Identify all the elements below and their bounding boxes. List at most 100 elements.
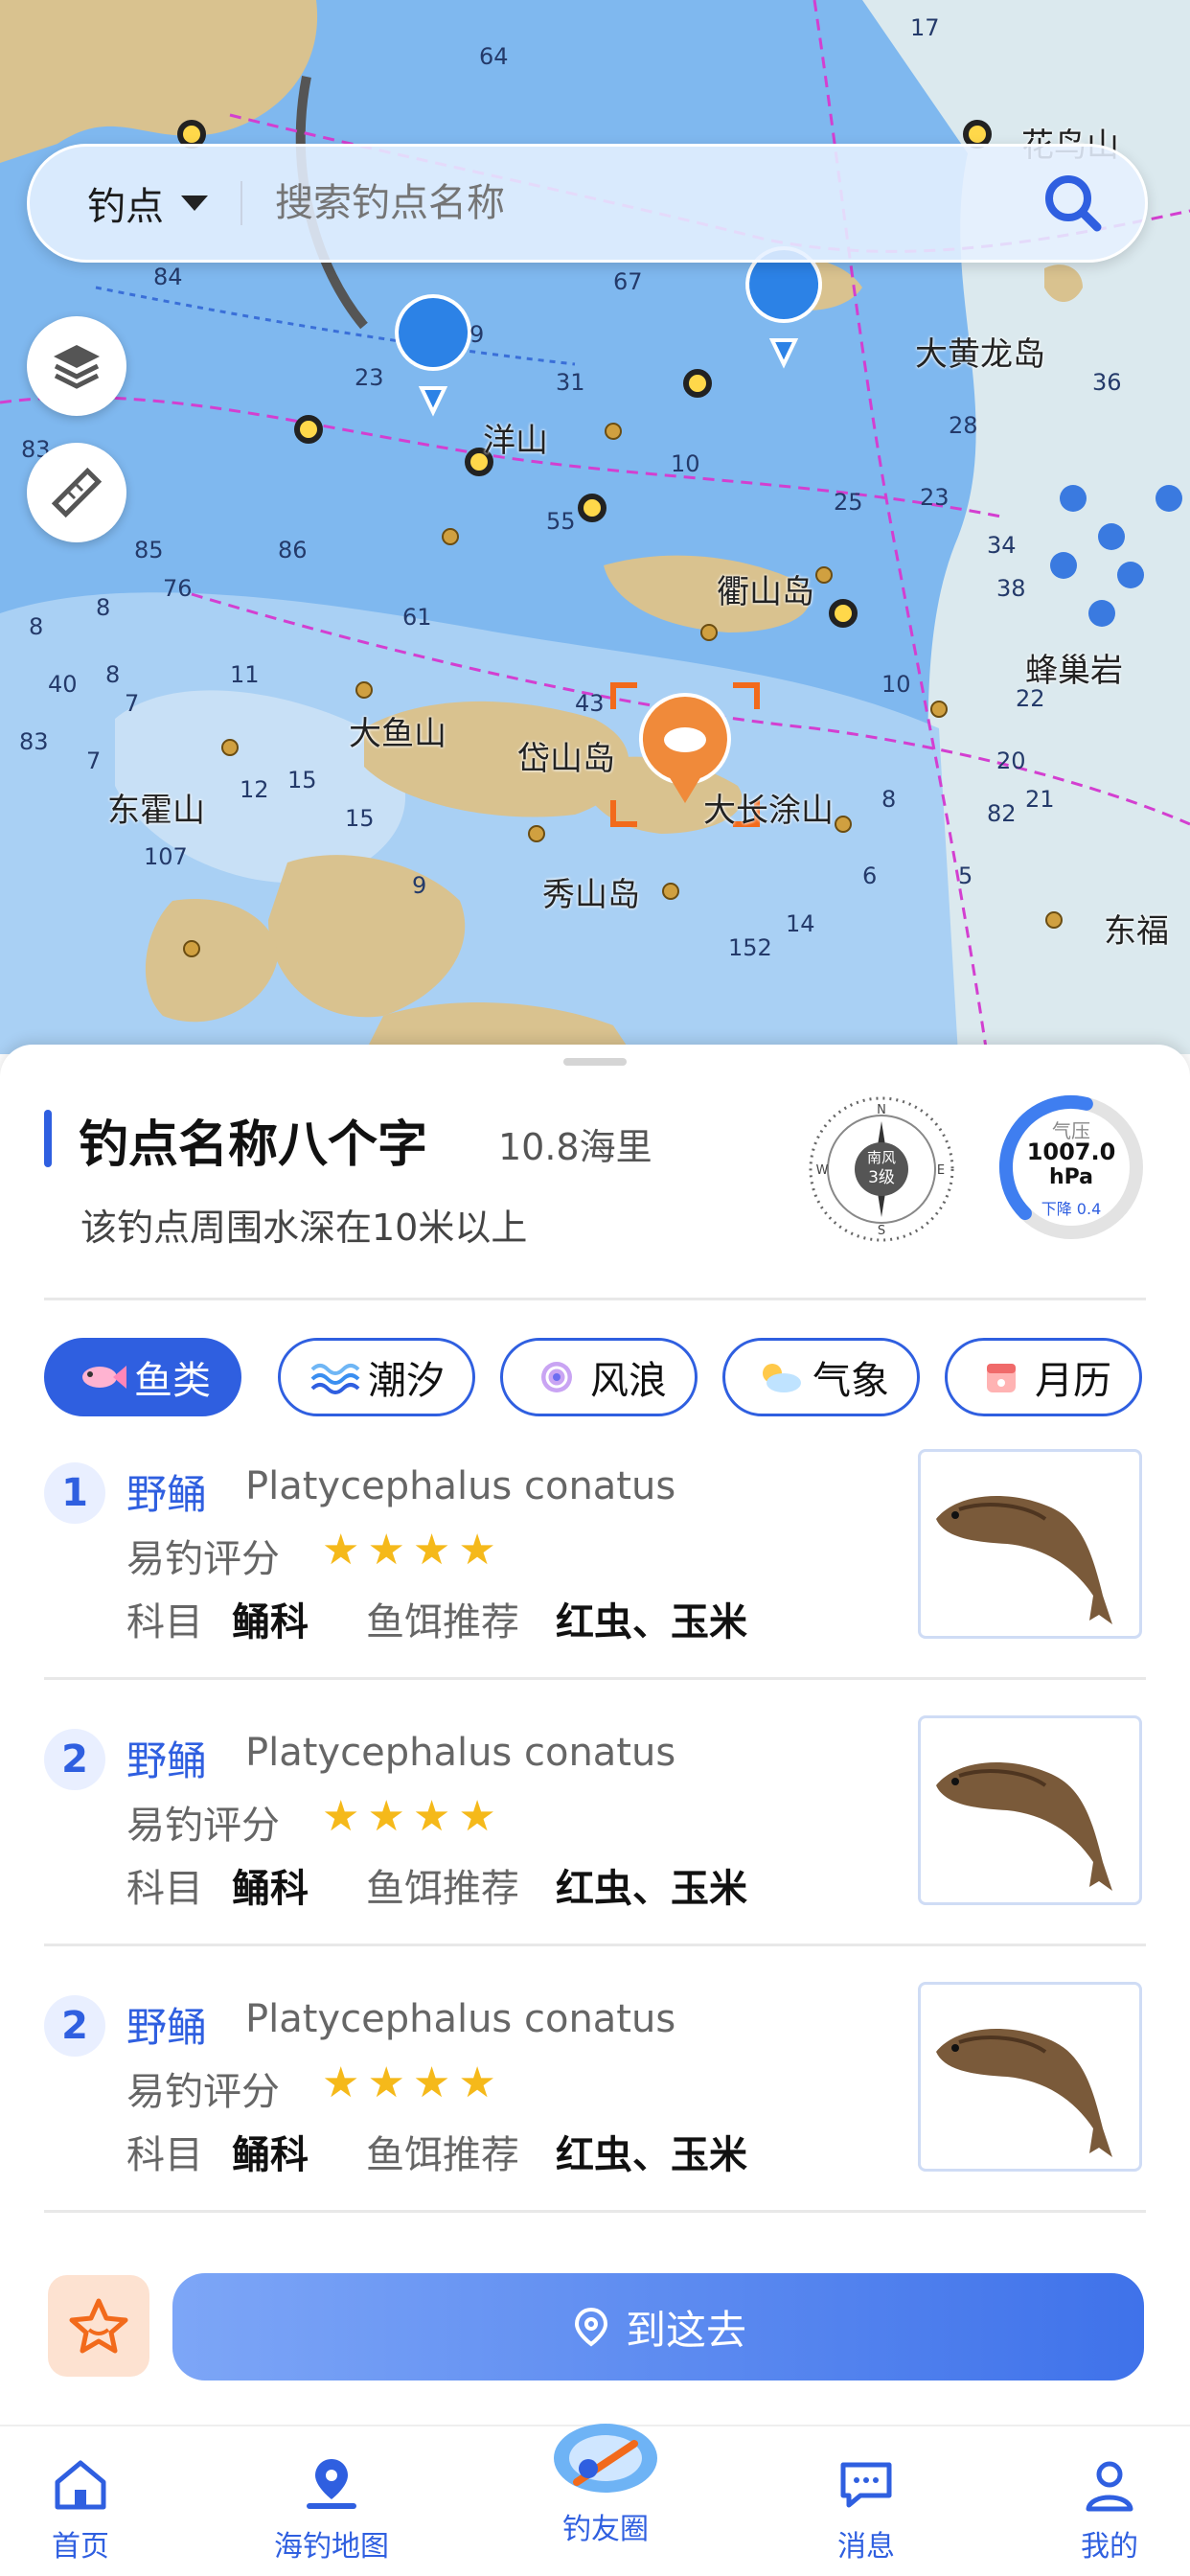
search-type-label: 钓点	[87, 185, 164, 229]
map-label: 大鱼山	[349, 715, 446, 753]
star-icon: ★	[322, 2058, 360, 2107]
depth-label: 67	[613, 268, 643, 295]
search-bar: 钓点	[27, 144, 1148, 263]
navigate-button[interactable]: 到这去	[172, 2273, 1144, 2380]
tab-label: 气象	[812, 1359, 889, 1403]
nav-messages[interactable]: 消息	[770, 2455, 962, 2564]
fish-image[interactable]	[918, 1715, 1142, 1905]
depth-label: 152	[728, 934, 772, 961]
tab-fish[interactable]: 鱼类	[44, 1338, 241, 1416]
tab-label: 风浪	[590, 1359, 667, 1403]
fish-name: 野鲬	[126, 2004, 208, 2051]
layers-button[interactable]	[27, 316, 126, 416]
star-icon: ★	[458, 2058, 496, 2107]
family-value: 鲬科	[232, 2133, 309, 2177]
depth-label: 15	[345, 805, 375, 832]
tab-label: 月历	[1035, 1359, 1111, 1403]
depth-label: 8	[29, 613, 44, 640]
wave-icon	[310, 1364, 360, 1394]
tab-tide[interactable]: 潮汐	[278, 1338, 475, 1416]
compass-west: W	[816, 1163, 829, 1178]
wind-level-label: 3级	[868, 1168, 895, 1187]
star-icon: ★	[322, 1526, 360, 1575]
wind-direction-label: 南风	[867, 1149, 896, 1166]
depth-label: 55	[546, 508, 576, 535]
fish-latin-name: Platycephalus conatus	[245, 1997, 676, 2041]
depth-label: 8	[881, 786, 897, 813]
weather-icon	[763, 1364, 801, 1392]
ruler-icon	[51, 467, 103, 518]
depth-label: 12	[240, 776, 269, 803]
divider	[44, 1944, 1146, 1946]
tab-weather[interactable]: 气象	[722, 1338, 920, 1416]
info-tabs: 鱼类 潮汐 风浪 气象 月历	[44, 1338, 1146, 1420]
fish-list-item[interactable]: 2 野鲬 Platycephalus conatus 易钓评分 ★ ★ ★ ★ 科目 …	[44, 1982, 1146, 2212]
depth-label: 85	[134, 537, 164, 564]
nav-community[interactable]: 钓友圈	[510, 2415, 701, 2547]
bait-value: 红虫、玉米	[556, 2133, 747, 2177]
fish-image[interactable]	[918, 1982, 1142, 2172]
depth-label: 22	[1016, 685, 1045, 712]
fish-photo-icon	[936, 1762, 1112, 1891]
fish-image[interactable]	[918, 1449, 1142, 1639]
pressure-value: 1007.0	[1026, 1138, 1116, 1165]
depth-label: 82	[987, 800, 1017, 827]
depth-label: 64	[479, 43, 509, 70]
star-icon: ★	[412, 1526, 451, 1575]
star-icon: ★	[412, 2058, 451, 2107]
fish-list-item[interactable]: 2 野鲬 Platycephalus conatus 易钓评分 ★ ★ ★ ★ 科目 …	[44, 1715, 1146, 1945]
map-label: 东福	[1104, 912, 1169, 951]
search-icon[interactable]	[1040, 170, 1107, 237]
nav-label: 钓友圈	[562, 2513, 649, 2546]
family-label: 科目	[126, 2133, 203, 2177]
tab-label: 潮汐	[368, 1359, 445, 1403]
spot-distance: 10.8海里	[498, 1126, 652, 1168]
bottom-tab-bar: 首页 海钓地图 钓友圈 消息 我的	[0, 2424, 1190, 2576]
depth-label: 7	[125, 690, 140, 717]
tab-label: 鱼类	[134, 1359, 211, 1403]
map-label: 东霍山	[107, 792, 205, 830]
depth-label: 9	[469, 321, 485, 348]
map-label: 秀山岛	[542, 876, 640, 914]
depth-label: 7	[86, 748, 102, 774]
fish-latin-name: Platycephalus conatus	[245, 1731, 676, 1775]
depth-label: 21	[1025, 786, 1055, 813]
depth-label: 6	[862, 862, 878, 889]
divider	[44, 1298, 1146, 1300]
tab-wind-wave[interactable]: 风浪	[500, 1338, 698, 1416]
search-input[interactable]	[275, 181, 1040, 225]
nav-label: 首页	[52, 2530, 109, 2564]
spot-description: 该钓点周围水深在10米以上	[80, 1207, 528, 1249]
compass-icon: 南风 3级 N S E W	[809, 1096, 954, 1242]
depth-label: 25	[834, 489, 863, 516]
depth-label: 10	[671, 450, 700, 477]
depth-label: 83	[19, 728, 49, 755]
layers-icon	[54, 345, 100, 389]
search-divider	[240, 181, 242, 225]
star-icon: ★	[458, 1792, 496, 1841]
nav-sea-fishing-map[interactable]: 海钓地图	[236, 2455, 427, 2564]
fish-rank-badge: 2	[44, 1995, 105, 2057]
tab-calendar[interactable]: 月历	[945, 1338, 1142, 1416]
fish-rank-badge: 2	[44, 1729, 105, 1790]
favorite-button[interactable]	[48, 2275, 149, 2377]
calendar-icon	[987, 1364, 1016, 1392]
map-label: 岱山岛	[517, 740, 615, 778]
bait-value: 红虫、玉米	[556, 1867, 747, 1911]
rating-label: 易钓评分	[126, 1537, 280, 1581]
depth-label: 76	[163, 575, 193, 602]
depth-label: 23	[920, 484, 950, 511]
fish-rank-badge: 1	[44, 1462, 105, 1524]
compass-north: N	[877, 1103, 886, 1117]
sheet-drag-handle[interactable]	[563, 1058, 627, 1066]
depth-label: 20	[996, 748, 1026, 774]
fish-list-item[interactable]: 1 野鲬 Platycephalus conatus 易钓评分 ★ ★ ★ ★ 科目 …	[44, 1449, 1146, 1679]
spot-name: 钓点名称八个字	[79, 1116, 428, 1174]
search-type-dropdown[interactable]: 钓点	[87, 175, 208, 231]
depth-label: 8	[105, 661, 121, 688]
nav-home[interactable]: 首页	[0, 2455, 176, 2564]
measure-button[interactable]	[27, 443, 126, 542]
fish-name: 野鲬	[126, 1471, 208, 1518]
nav-profile[interactable]: 我的	[1014, 2455, 1190, 2564]
map-pin-icon	[307, 2459, 356, 2509]
